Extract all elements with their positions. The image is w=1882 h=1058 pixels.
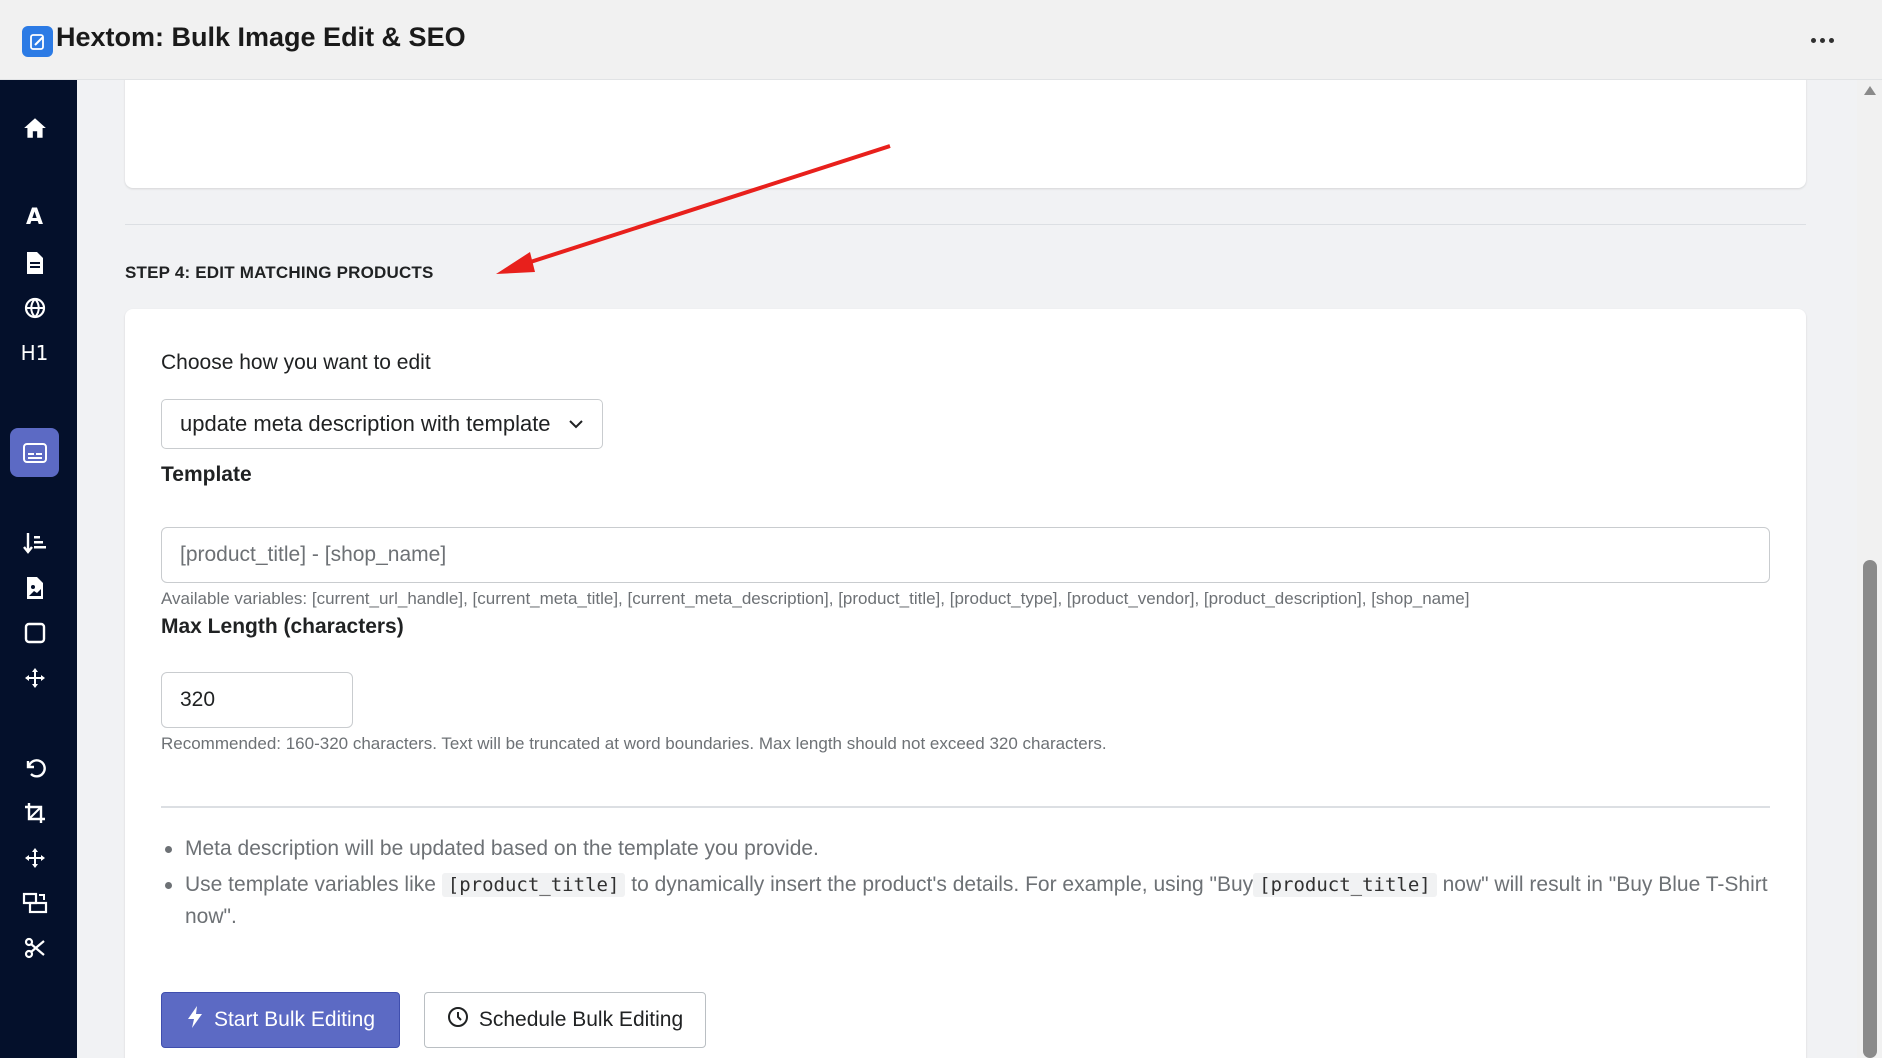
edit-mode-value: update meta description with template — [180, 411, 551, 436]
home-icon[interactable] — [10, 103, 59, 152]
resize-icon[interactable] — [10, 878, 59, 927]
app-logo-icon — [22, 26, 53, 57]
meta-description-icon[interactable] — [10, 428, 59, 477]
max-length-label: Max Length (characters) — [161, 615, 404, 638]
dot-icon — [1828, 37, 1834, 43]
clock-icon — [447, 1006, 469, 1034]
undo-icon[interactable] — [10, 743, 59, 792]
alt-text-icon[interactable]: A — [10, 193, 59, 242]
max-length-help-text: Recommended: 160-320 characters. Text wi… — [161, 734, 1107, 753]
code-variable: [product_title] — [1253, 873, 1437, 897]
move-arrows-icon[interactable] — [10, 833, 59, 882]
sort-icon[interactable] — [10, 518, 59, 567]
template-label: Template — [161, 463, 252, 486]
dot-icon — [1810, 37, 1816, 43]
edit-mode-select[interactable]: update meta description with template — [161, 399, 603, 449]
choose-edit-label: Choose how you want to edit — [161, 351, 431, 374]
notes-divider — [161, 806, 1770, 808]
list-item: Meta description will be updated based o… — [161, 833, 1770, 865]
schedule-bulk-editing-button[interactable]: Schedule Bulk Editing — [424, 992, 706, 1048]
scrollbar-thumb[interactable] — [1863, 560, 1877, 1058]
crop-icon[interactable] — [10, 788, 59, 837]
template-input[interactable] — [161, 527, 1770, 583]
dot-icon — [1819, 37, 1825, 43]
section-divider — [125, 224, 1806, 225]
globe-icon[interactable] — [10, 283, 59, 332]
code-variable: [product_title] — [441, 873, 626, 897]
scissors-icon[interactable] — [10, 923, 59, 972]
lightning-icon — [186, 1005, 204, 1035]
app-title: Hextom: Bulk Image Edit & SEO — [56, 22, 466, 52]
file-icon[interactable] — [10, 238, 59, 287]
max-length-input[interactable] — [161, 672, 353, 728]
previous-step-card — [125, 80, 1806, 188]
main-content: STEP 4: EDIT MATCHING PRODUCTS Choose ho… — [77, 80, 1857, 1058]
notes-list: Meta description will be updated based o… — [161, 833, 1770, 937]
list-item: Use template variables like [product_tit… — [161, 869, 1770, 933]
image-file-icon[interactable] — [10, 563, 59, 612]
scroll-up-arrow-icon[interactable] — [1864, 86, 1876, 95]
more-actions-button[interactable] — [1802, 26, 1842, 54]
start-bulk-editing-button[interactable]: Start Bulk Editing — [161, 992, 400, 1048]
sidebar: A H1 — [0, 80, 77, 1058]
chevron-down-icon — [566, 414, 586, 439]
template-help-text: Available variables: [current_url_handle… — [161, 589, 1470, 608]
app-header: Hextom: Bulk Image Edit & SEO — [0, 0, 1882, 80]
heading-icon[interactable]: H1 — [10, 328, 59, 377]
edit-card: Choose how you want to edit update meta … — [125, 309, 1806, 1058]
square-icon[interactable] — [10, 608, 59, 657]
move-icon[interactable] — [10, 653, 59, 702]
step-heading: STEP 4: EDIT MATCHING PRODUCTS — [125, 263, 434, 282]
